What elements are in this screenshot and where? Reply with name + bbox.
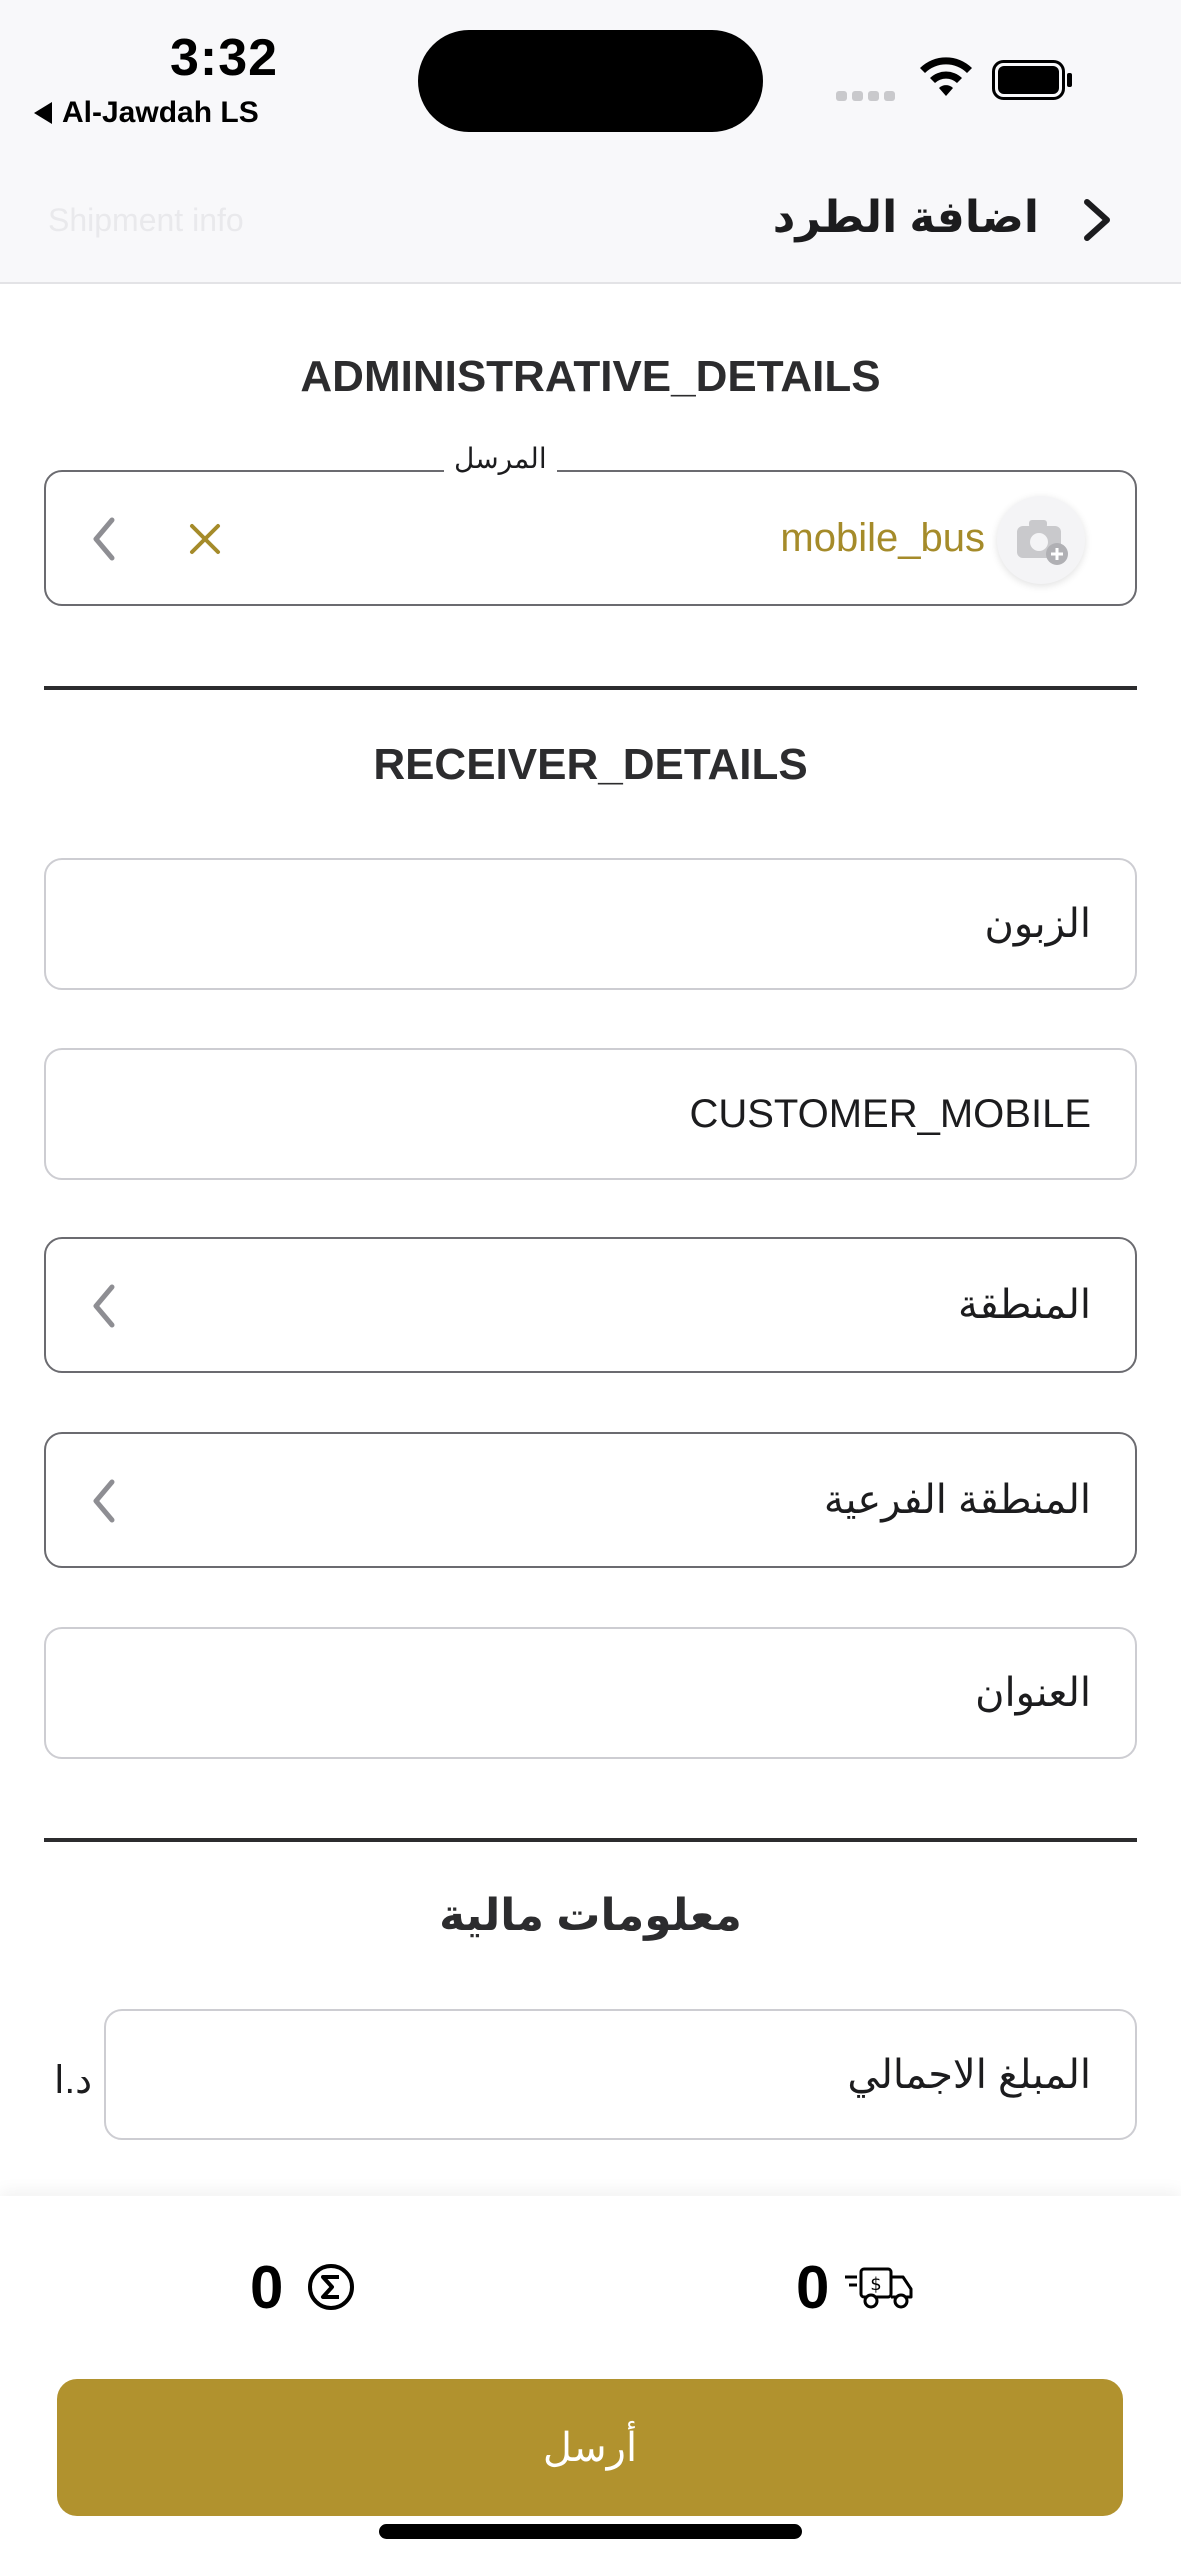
region-placeholder: المنطقة bbox=[958, 1283, 1091, 1327]
back-triangle-icon bbox=[34, 102, 52, 124]
sender-value: mobile_bus bbox=[780, 515, 985, 560]
back-to-app-link[interactable]: Al-Jawdah LS bbox=[34, 96, 259, 130]
region-select[interactable]: المنطقة bbox=[44, 1237, 1137, 1373]
nav-ghost-text: Shipment info bbox=[48, 202, 244, 238]
chevron-left-icon[interactable] bbox=[90, 516, 118, 562]
delivery-counter: 0 $ bbox=[796, 2253, 915, 2321]
customer-mobile-field[interactable]: CUSTOMER_MOBILE bbox=[44, 1048, 1137, 1180]
back-app-label: Al-Jawdah LS bbox=[62, 96, 259, 129]
nav-bar: Shipment info اضافة الطرد bbox=[0, 140, 1181, 284]
clear-icon[interactable] bbox=[182, 516, 228, 562]
address-placeholder: العنوان bbox=[975, 1671, 1091, 1715]
subregion-select[interactable]: المنطقة الفرعية bbox=[44, 1432, 1137, 1568]
chevron-left-icon bbox=[93, 1479, 115, 1523]
submit-button[interactable]: أرسل bbox=[57, 2379, 1123, 2516]
total-amount-placeholder: المبلغ الاجمالي bbox=[847, 2052, 1091, 2097]
customer-mobile-placeholder: CUSTOMER_MOBILE bbox=[689, 1091, 1091, 1136]
delivery-count: 0 bbox=[796, 2253, 830, 2321]
wifi-icon bbox=[920, 57, 972, 96]
delivery-truck-icon: $ bbox=[845, 2267, 913, 2309]
cellular-signal-icon bbox=[836, 88, 900, 101]
submit-label: أرسل bbox=[542, 2425, 638, 2470]
battery-icon bbox=[992, 60, 1072, 100]
total-amount-field[interactable]: المبلغ الاجمالي bbox=[104, 2009, 1137, 2140]
sender-label: المرسل bbox=[444, 442, 557, 475]
address-field[interactable]: العنوان bbox=[44, 1627, 1137, 1759]
section-divider bbox=[44, 686, 1137, 690]
home-indicator bbox=[379, 2524, 802, 2539]
section-title-financial: معلومات مالية bbox=[439, 1891, 742, 1940]
section-divider bbox=[44, 1838, 1137, 1842]
sigma-icon bbox=[308, 2264, 355, 2310]
section-title-receiver: RECEIVER_DETAILS bbox=[373, 740, 808, 789]
svg-text:$: $ bbox=[871, 2274, 882, 2295]
currency-label: د.ا bbox=[54, 2060, 93, 2102]
subregion-placeholder: المنطقة الفرعية bbox=[823, 1478, 1091, 1522]
total-count: 0 bbox=[250, 2253, 284, 2321]
customer-placeholder: الزبون bbox=[984, 902, 1091, 946]
chevron-left-icon bbox=[93, 1284, 115, 1328]
page-title: اضافة الطرد bbox=[772, 193, 1039, 242]
status-time: 3:32 bbox=[170, 29, 279, 87]
section-title-administrative: ADMINISTRATIVE_DETAILS bbox=[300, 352, 881, 401]
chevron-right-icon[interactable] bbox=[1077, 196, 1117, 244]
customer-field[interactable]: الزبون bbox=[44, 858, 1137, 990]
sender-photo[interactable] bbox=[997, 496, 1085, 584]
status-bar: 3:32 Al-Jawdah LS bbox=[0, 0, 1181, 140]
sender-field[interactable]: mobile_bus bbox=[44, 470, 1137, 606]
camera-add-icon bbox=[1017, 520, 1068, 565]
total-counter: 0 bbox=[250, 2253, 355, 2321]
dynamic-island bbox=[418, 30, 763, 132]
